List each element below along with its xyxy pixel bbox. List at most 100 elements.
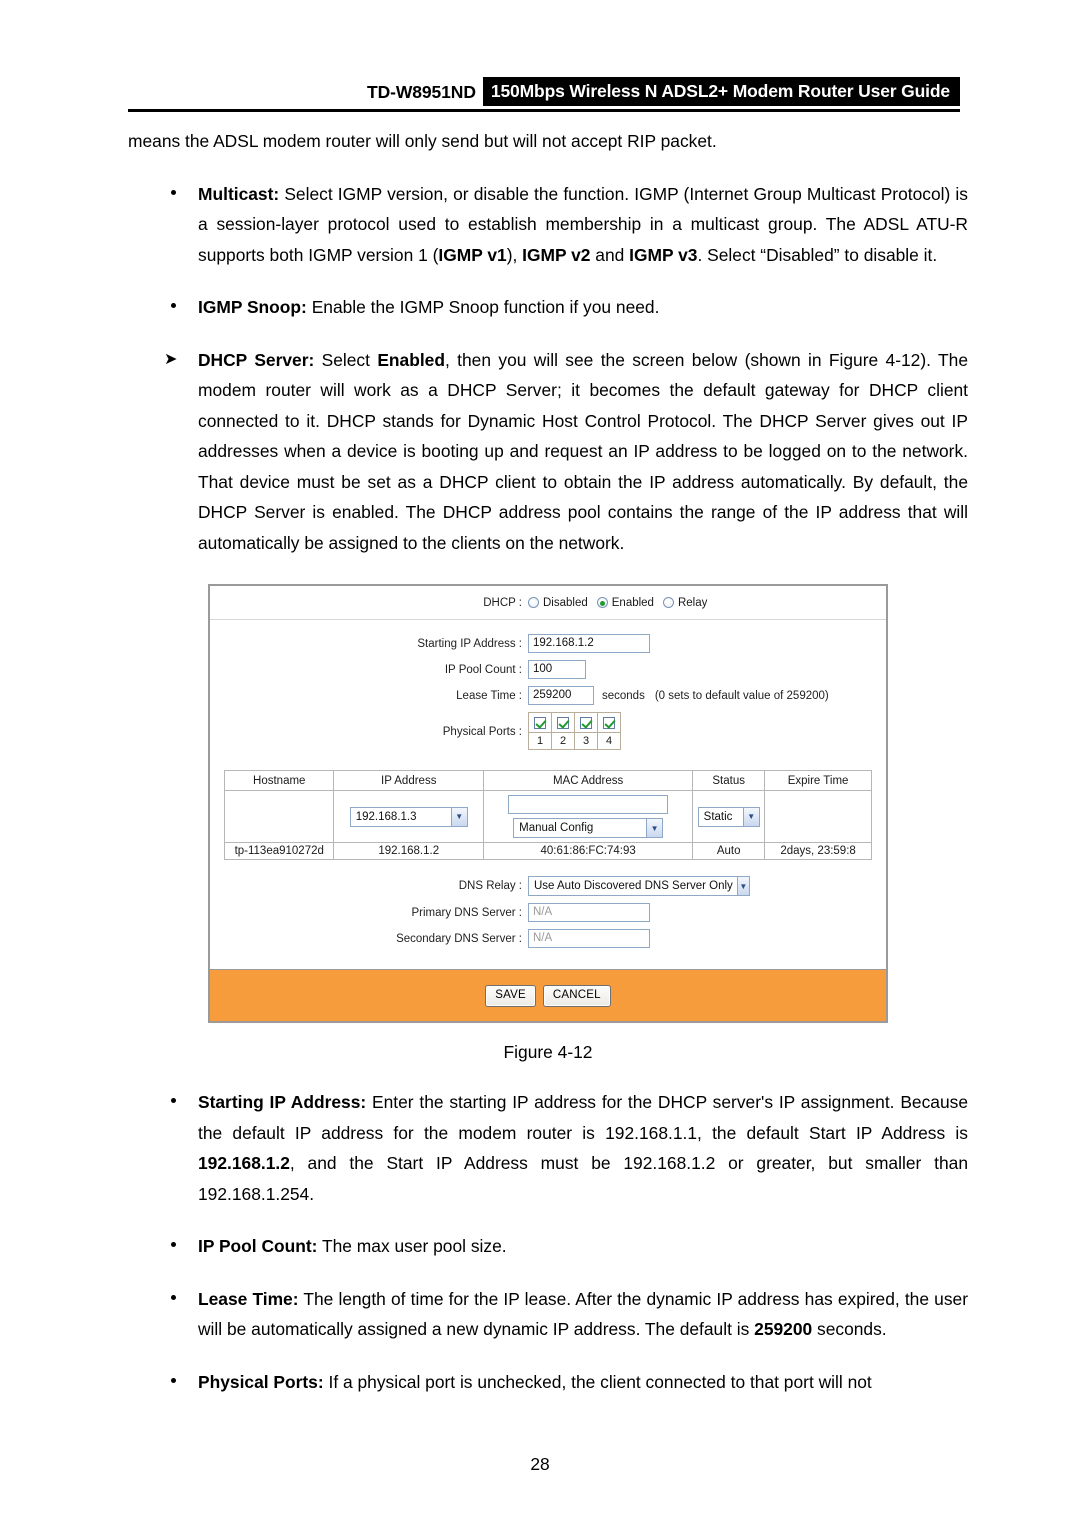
bullet-dot-icon <box>171 1294 176 1300</box>
port-1-number: 1 <box>528 732 552 750</box>
igmp-snoop-text: Enable the IGMP Snoop function if you ne… <box>306 297 660 317</box>
radio-disabled-icon[interactable] <box>528 597 539 608</box>
cancel-button[interactable]: CANCEL <box>542 984 611 1007</box>
starting-ip-paragraph: Starting IP Address: Enter the starting … <box>198 1087 968 1209</box>
dns-settings-group: DNS Relay : Use Auto Discovered DNS Serv… <box>210 870 886 969</box>
chevron-down-icon[interactable]: ▼ <box>736 877 749 895</box>
bullet-dot-icon <box>171 1242 176 1247</box>
list-item-starting-ip-address: Starting IP Address: Enter the starting … <box>128 1087 968 1209</box>
dns-relay-select[interactable]: Use Auto Discovered DNS Server Only ▼ <box>528 876 750 896</box>
figure-dhcp-settings: DHCP : Disabled Enabled Relay Starting I… <box>128 584 968 1023</box>
primary-dns-input[interactable]: N/A <box>528 903 650 922</box>
ip-address-select-value: 192.168.1.3 <box>355 810 417 823</box>
primary-dns-label: Primary DNS Server : <box>411 906 522 919</box>
column-header-expire-time: Expire Time <box>764 770 872 791</box>
figure-caption: Figure 4-12 <box>503 1042 593 1062</box>
dhcp-server-term: DHCP Server: <box>198 349 315 370</box>
multicast-term: Multicast: <box>198 183 280 204</box>
bullet-dot-icon <box>171 303 176 308</box>
port-1-checkbox-cell[interactable] <box>528 712 552 733</box>
radio-enabled-icon[interactable] <box>596 597 608 608</box>
editor-hostname-cell <box>223 790 335 843</box>
ip-address-select[interactable]: 192.168.1.3 ▼ <box>349 806 468 827</box>
starting-ip-term: Starting IP Address: <box>198 1092 367 1112</box>
lease-time-bold-1: 259200 <box>754 1319 813 1339</box>
list-item-igmp-snoop: IGMP Snoop: Enable the IGMP Snoop functi… <box>128 292 968 323</box>
multicast-bold-1: IGMP v1 <box>438 244 507 265</box>
port-2-checkbox-cell[interactable] <box>551 712 575 733</box>
cell-expire-time: 2days, 23:59:8 <box>764 842 872 860</box>
bullet-dot-icon <box>171 189 176 195</box>
physical-ports-label: Physical Ports : <box>442 726 522 738</box>
page-running-header: TD-W8951ND 150Mbps Wireless N ADSL2+ Mod… <box>0 77 1080 118</box>
radio-relay-label: Relay <box>677 596 708 609</box>
lease-time-text-2: seconds. <box>812 1319 887 1339</box>
editor-status-cell: Static ▼ <box>692 790 766 843</box>
port-3-checkbox-cell[interactable] <box>574 712 598 733</box>
physical-ports-number-row: 1 2 3 4 <box>528 732 621 750</box>
list-item-lease-time: Lease Time: The length of time for the I… <box>128 1284 968 1345</box>
editor-ip-cell: 192.168.1.3 ▼ <box>333 790 485 843</box>
header-document-title: 150Mbps Wireless N ADSL2+ Modem Router U… <box>482 77 960 106</box>
cell-status: Auto <box>692 842 766 860</box>
column-header-status: Status <box>692 770 766 791</box>
header-divider-rule <box>128 109 960 112</box>
mac-mode-select[interactable]: Manual Config ▼ <box>513 818 664 838</box>
radio-option-relay[interactable]: Relay <box>662 596 708 609</box>
chevron-down-icon[interactable]: ▼ <box>646 819 663 837</box>
dhcp-server-bold-1: Enabled <box>377 349 445 370</box>
save-button[interactable]: SAVE <box>485 984 536 1007</box>
ip-pool-count-term: IP Pool Count: <box>198 1236 318 1256</box>
starting-ip-input[interactable]: 192.168.1.2 <box>528 634 650 653</box>
arrow-right-icon: ➤ <box>164 350 178 368</box>
lease-time-note: seconds (0 sets to default value of 25920… <box>602 690 829 702</box>
starting-ip-bold-1: 192.168.1.2 <box>198 1153 290 1173</box>
ip-pool-count-input[interactable]: 100 <box>528 660 586 679</box>
secondary-dns-label: Secondary DNS Server : <box>396 932 522 945</box>
dns-relay-label: DNS Relay : <box>458 880 522 892</box>
starting-ip-row: Starting IP Address : 192.168.1.2 <box>210 634 886 653</box>
column-header-hostname: Hostname <box>223 770 335 791</box>
cell-mac-address: 40:61:86:FC:74:93 <box>483 842 694 860</box>
status-select[interactable]: Static ▼ <box>697 806 760 827</box>
dhcp-server-text-2: , then you will see the screen below (sh… <box>198 349 968 553</box>
status-select-value: Static <box>703 810 733 823</box>
igmp-snoop-term: IGMP Snoop: <box>198 297 307 317</box>
lease-time-unit: seconds <box>602 689 645 702</box>
dhcp-mode-radio-group[interactable]: Disabled Enabled Relay <box>528 597 707 609</box>
physical-ports-paragraph: Physical Ports: If a physical port is un… <box>198 1367 968 1398</box>
ip-pool-count-text: The max user pool size. <box>317 1236 507 1256</box>
port-2-number: 2 <box>551 732 575 750</box>
bullet-dot-icon <box>171 1098 176 1103</box>
editor-mac-cell: Manual Config ▼ <box>483 790 694 843</box>
radio-enabled-label: Enabled <box>611 596 654 609</box>
multicast-bold-3: IGMP v3 <box>629 244 698 265</box>
checkbox-checked-icon[interactable] <box>534 716 546 729</box>
list-item-multicast: Multicast: Select IGMP version, or disab… <box>128 179 968 271</box>
list-item-dhcp-server: ➤ DHCP Server: Select Enabled, then you … <box>128 345 968 559</box>
checkbox-checked-icon[interactable] <box>603 716 615 729</box>
dhcp-mode-label: DHCP : <box>483 596 522 609</box>
chevron-down-icon[interactable]: ▼ <box>742 807 759 826</box>
multicast-text-4: . Select “Disabled” to disable it. <box>697 244 938 265</box>
multicast-text-3: and <box>590 244 630 265</box>
lease-time-default-note: (0 sets to default value of 259200) <box>654 689 829 702</box>
ip-pool-count-label: IP Pool Count : <box>444 663 522 676</box>
radio-relay-icon[interactable] <box>662 597 674 608</box>
port-4-checkbox-cell[interactable] <box>597 712 621 733</box>
secondary-dns-input[interactable]: N/A <box>528 929 650 948</box>
physical-ports-row: Physical Ports : 1 2 3 4 <box>210 712 886 750</box>
igmp-snoop-paragraph: IGMP Snoop: Enable the IGMP Snoop functi… <box>198 292 968 323</box>
port-3-number: 3 <box>574 732 598 750</box>
checkbox-checked-icon[interactable] <box>557 716 569 729</box>
multicast-text-2: ), <box>506 244 523 265</box>
radio-option-enabled[interactable]: Enabled <box>596 596 654 609</box>
physical-ports-checkbox-row <box>528 712 621 733</box>
mac-address-input[interactable] <box>508 795 669 814</box>
lease-time-input[interactable]: 259200 <box>528 686 594 705</box>
radio-option-disabled[interactable]: Disabled <box>528 597 588 609</box>
primary-dns-row: Primary DNS Server : N/A <box>210 903 886 922</box>
multicast-paragraph: Multicast: Select IGMP version, or disab… <box>198 179 968 271</box>
chevron-down-icon[interactable]: ▼ <box>450 807 467 826</box>
checkbox-checked-icon[interactable] <box>580 716 592 729</box>
